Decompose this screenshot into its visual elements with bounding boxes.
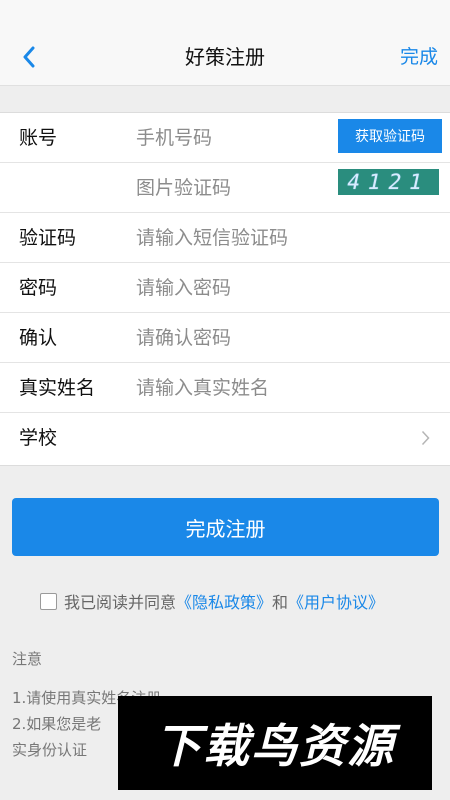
notes-title: 注意 [12,650,43,668]
nav-bar: 好策注册 完成 [0,0,450,86]
registration-form: 账号 获取验证码 4121 验证码 密码 确认 真实姓名 学校 [0,112,450,466]
school-row[interactable]: 学校 [0,413,450,465]
confirm-row: 确认 [0,313,450,363]
privacy-policy-link[interactable]: 《隐私政策》 [176,589,272,613]
school-label: 学校 [19,427,58,449]
password-input[interactable] [136,263,331,313]
agreement-text: 我已阅读并同意 [64,593,177,612]
done-button[interactable]: 完成 [400,40,438,74]
image-code-input[interactable] [136,163,331,213]
complete-registration-button[interactable]: 完成注册 [12,498,439,556]
agree-checkbox[interactable] [40,592,57,610]
agreement-and: 和 [272,593,289,612]
page-title: 好策注册 [185,45,265,69]
real-name-row: 真实姓名 [0,363,450,413]
password-label: 密码 [19,277,58,299]
agreement-row: 我已阅读并同意 《隐私政策》 和 《用户协议》 [40,589,384,613]
get-code-button[interactable]: 获取验证码 [338,119,442,153]
captcha-image[interactable]: 4121 [338,169,439,195]
confirm-password-input[interactable] [136,313,331,363]
user-agreement-link[interactable]: 《用户协议》 [288,589,384,613]
phone-input[interactable] [136,113,331,163]
captcha-text: 4121 [344,170,433,194]
account-label: 账号 [19,127,58,149]
watermark-text: 下载鸟资源 [155,719,395,773]
confirm-label: 确认 [19,327,58,349]
account-row: 账号 获取验证码 [0,113,450,163]
real-name-label: 真实姓名 [19,377,96,399]
real-name-input[interactable] [136,363,331,413]
sms-code-row: 验证码 [0,213,450,263]
chevron-right-icon [421,430,430,446]
sms-code-label: 验证码 [19,227,77,249]
password-row: 密码 [0,263,450,313]
sms-code-input[interactable] [136,213,331,263]
watermark-logo: 下载鸟资源 [118,696,432,790]
image-code-row: 4121 [0,163,450,213]
